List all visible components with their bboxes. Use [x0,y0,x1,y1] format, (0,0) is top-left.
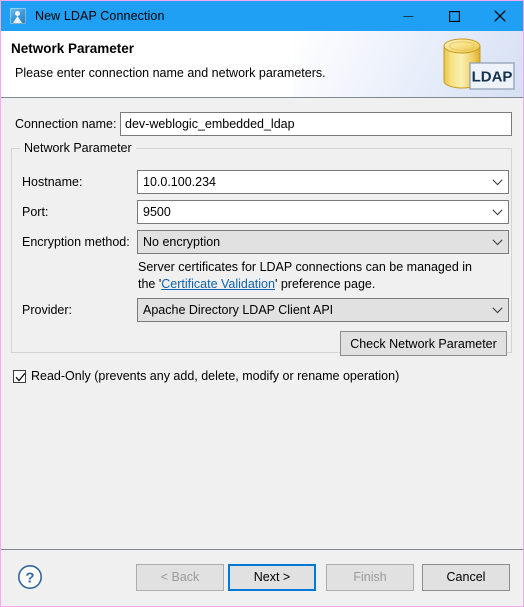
window-controls [385,1,523,31]
read-only-checkbox[interactable] [13,369,26,383]
chevron-down-icon [486,208,508,216]
minimize-icon[interactable] [385,1,431,31]
network-parameter-group-title: Network Parameter [20,141,136,155]
encryption-method-combo[interactable]: No encryption [137,230,509,254]
check-network-parameter-button[interactable]: Check Network Parameter [340,331,507,356]
close-icon[interactable] [477,1,523,31]
certificate-note-line2-suffix: ' preference page. [274,277,376,291]
port-value: 9500 [143,205,171,219]
read-only-label: Read-Only (prevents any add, delete, mod… [31,369,400,383]
page-subtitle: Please enter connection name and network… [15,66,326,80]
connection-name-input[interactable] [120,112,512,136]
chevron-down-icon [486,238,508,246]
encryption-method-value: No encryption [143,235,221,249]
provider-combo[interactable]: Apache Directory LDAP Client API [137,298,509,322]
chevron-down-icon [486,178,508,186]
certificate-note: Server certificates for LDAP connections… [138,259,508,293]
cancel-button[interactable]: Cancel [422,564,510,591]
port-combo[interactable]: 9500 [137,200,509,224]
port-label: Port: [22,205,49,219]
chevron-down-icon [486,306,508,314]
wizard-header: Network Parameter Please enter connectio… [1,31,523,98]
maximize-icon[interactable] [431,1,477,31]
hostname-combo[interactable]: 10.0.100.234 [137,170,509,194]
ldap-app-icon [10,8,26,24]
provider-value: Apache Directory LDAP Client API [143,303,334,317]
dialog-footer: ? < Back Next > Finish Cancel [1,550,523,606]
new-ldap-connection-dialog: New LDAP Connection Network Parameter Pl… [0,0,524,607]
svg-text:?: ? [25,569,34,586]
certificate-validation-link[interactable]: Certificate Validation [161,277,275,291]
finish-button[interactable]: Finish [326,564,414,591]
check-icon [15,372,26,382]
next-button[interactable]: Next > [228,564,316,591]
hostname-label: Hostname: [22,175,83,189]
window-title: New LDAP Connection [35,9,165,23]
provider-label: Provider: [22,303,73,317]
encryption-method-label: Encryption method: [22,235,130,249]
connection-name-label: Connection name: [15,117,117,131]
certificate-note-line1: Server certificates for LDAP connections… [138,260,472,274]
back-button[interactable]: < Back [136,564,224,591]
title-bar: New LDAP Connection [1,1,523,31]
certificate-note-line2-prefix: the ' [138,277,162,291]
help-circle-icon[interactable]: ? [17,564,43,590]
banner-label: LDAP [472,69,513,86]
ldap-database-icon: LDAP [443,38,515,90]
hostname-value: 10.0.100.234 [143,175,216,189]
page-title: Network Parameter [11,41,135,56]
read-only-row[interactable]: Read-Only (prevents any add, delete, mod… [13,369,399,383]
